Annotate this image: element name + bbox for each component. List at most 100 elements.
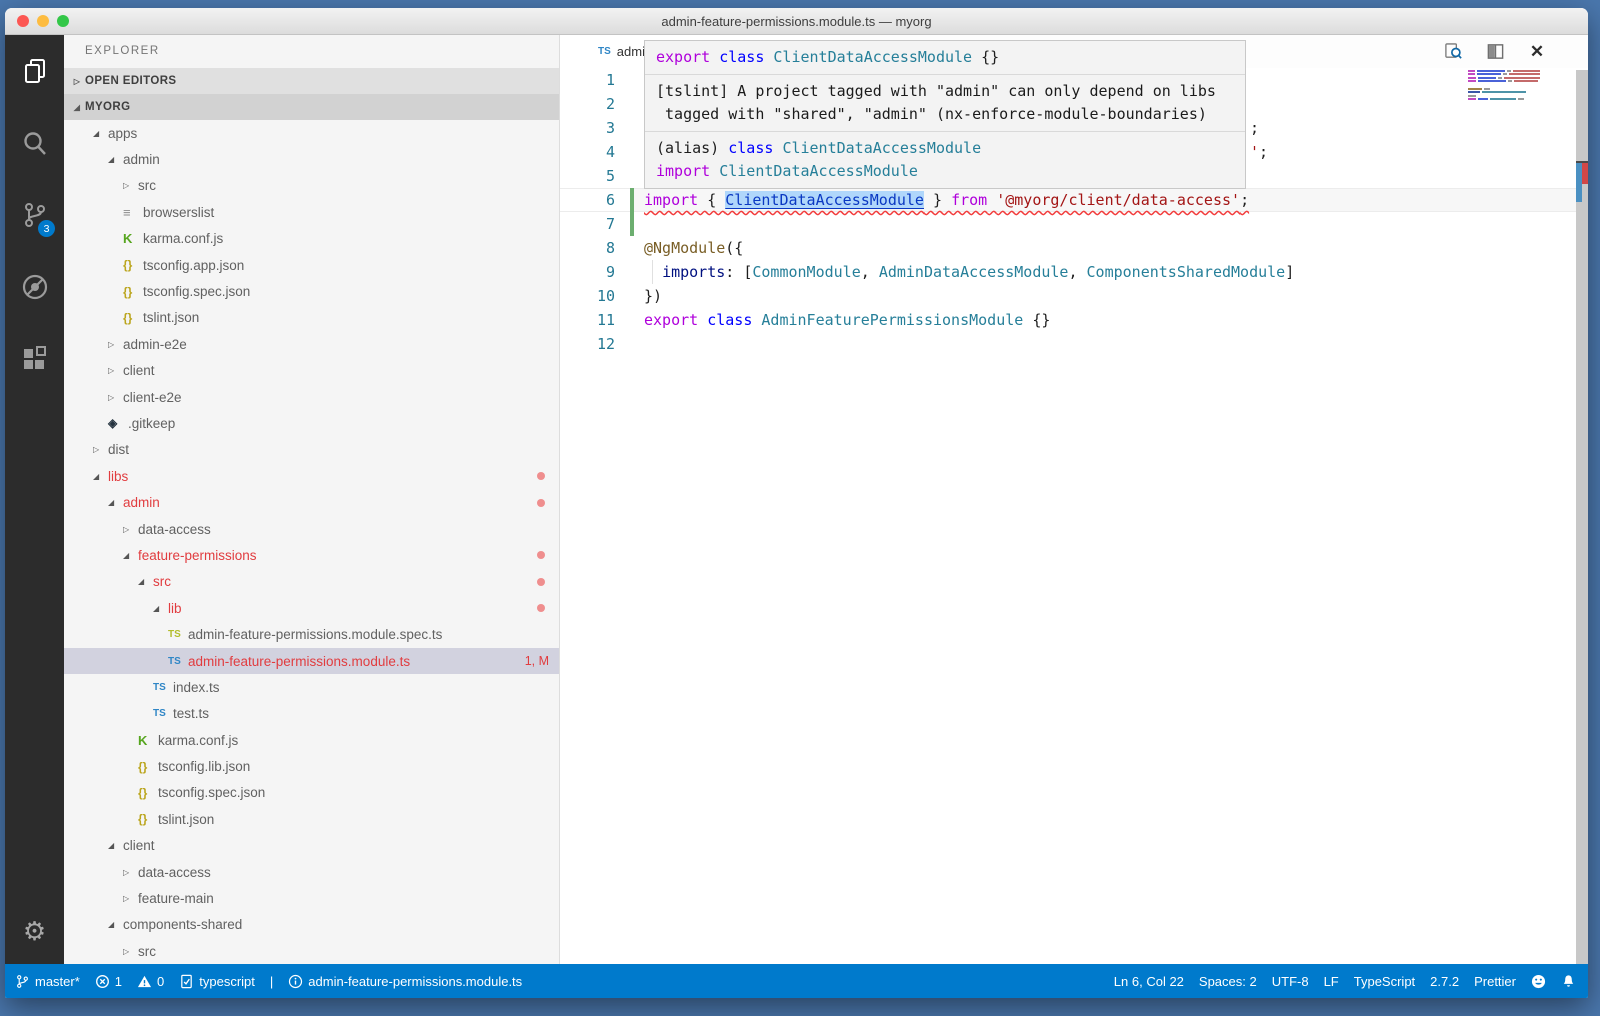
status-item-prettier[interactable]: Prettier <box>1474 974 1516 989</box>
status-item-spaces-2[interactable]: Spaces: 2 <box>1199 974 1257 989</box>
line-number: 12 <box>560 332 615 356</box>
minimap-line <box>1468 88 1540 90</box>
open-preview-icon[interactable] <box>1442 41 1464 63</box>
activity-source-control-icon[interactable]: 3 <box>5 179 64 251</box>
code-line-7[interactable]: 7 <box>560 212 1588 236</box>
code-token: (alias) <box>656 139 728 157</box>
line-number: 9 <box>560 260 615 284</box>
code-line-12[interactable]: 12 <box>560 332 1588 356</box>
tree-folder-feature-main[interactable]: ▷feature-main <box>64 885 559 911</box>
status-item-label: TypeScript <box>1354 974 1415 989</box>
code-token <box>710 48 719 66</box>
code-line-content: import { ClientDataAccessModule } from '… <box>644 188 1249 212</box>
status-item-0[interactable]: 0 <box>137 974 164 989</box>
activity-extensions-icon[interactable] <box>5 323 64 395</box>
status-item-1[interactable]: 1 <box>95 974 122 989</box>
minimap[interactable] <box>1468 66 1540 102</box>
minimap-line <box>1468 80 1540 82</box>
section-open-editors[interactable]: ▷ OPEN EDITORS <box>64 68 559 94</box>
tree-folder-components-shared[interactable]: ◢components-shared <box>64 912 559 938</box>
status-item-admin-feature-permissions-module-ts[interactable]: admin-feature-permissions.module.ts <box>288 974 522 989</box>
minimize-window-button[interactable] <box>37 15 49 27</box>
status-item-utf-8[interactable]: UTF-8 <box>1272 974 1309 989</box>
tree-folder-client[interactable]: ▷client <box>64 358 559 384</box>
status-item-label: Ln 6, Col 22 <box>1114 974 1184 989</box>
tree-folder-apps[interactable]: ◢apps <box>64 120 559 146</box>
activity-search-icon[interactable] <box>5 107 64 179</box>
code-token: ; <box>1259 143 1268 161</box>
overview-ruler[interactable] <box>1576 70 1588 964</box>
tree-file-karma.conf.js[interactable]: Kkarma.conf.js <box>64 226 559 252</box>
status-item-bell[interactable] <box>1561 974 1576 989</box>
status-item-typescript[interactable]: typescript <box>179 974 255 989</box>
close-window-button[interactable] <box>17 15 29 27</box>
tree-folder-src[interactable]: ▷src <box>64 938 559 964</box>
status-item-label: | <box>270 974 273 989</box>
tree-file-index.ts[interactable]: TSindex.ts <box>64 674 559 700</box>
close-editor-icon[interactable]: ✕ <box>1526 41 1548 63</box>
tree-item-label: lib <box>168 601 182 616</box>
status-item-ln-6-col-22[interactable]: Ln 6, Col 22 <box>1114 974 1184 989</box>
tree-folder-feature-permissions[interactable]: ◢feature-permissions <box>64 542 559 568</box>
bell-icon <box>1561 974 1576 989</box>
status-item-2-7-2[interactable]: 2.7.2 <box>1430 974 1459 989</box>
list-file-icon: ≡ <box>123 205 143 220</box>
tree-folder-client-e2e[interactable]: ▷client-e2e <box>64 384 559 410</box>
modified-dot-badge <box>537 604 545 612</box>
tree-folder-data-access[interactable]: ▷data-access <box>64 859 559 885</box>
code-token: { <box>698 191 725 209</box>
status-item-label: Spaces: 2 <box>1199 974 1257 989</box>
activity-explorer-icon[interactable] <box>5 35 64 107</box>
status-item-typescript[interactable]: TypeScript <box>1354 974 1415 989</box>
tree-folder-lib[interactable]: ◢lib <box>64 595 559 621</box>
tree-item-label: tsconfig.spec.json <box>143 284 250 299</box>
tree-folder-dist[interactable]: ▷dist <box>64 437 559 463</box>
tree-file-test.ts[interactable]: TStest.ts <box>64 701 559 727</box>
settings-gear-icon[interactable]: ⚙ <box>5 908 64 954</box>
code-line-8[interactable]: 8@NgModule({ <box>560 236 1588 260</box>
tree-folder-client[interactable]: ◢client <box>64 833 559 859</box>
tree-item-label: karma.conf.js <box>158 733 238 748</box>
ts-blue-file-icon: TS <box>168 656 188 667</box>
code-token: ComponentsSharedModule <box>1087 263 1286 281</box>
tree-folder-admin[interactable]: ◢admin <box>64 489 559 515</box>
code-line-11[interactable]: 11export class AdminFeaturePermissionsMo… <box>560 308 1588 332</box>
vscode-window: admin-feature-permissions.module.ts — my… <box>5 8 1588 998</box>
status-item-master[interactable]: master* <box>15 974 80 989</box>
tree-file-admin-feature-permissions.module.spec.ts[interactable]: TSadmin-feature-permissions.module.spec.… <box>64 621 559 647</box>
tree-file-karma.conf.js[interactable]: Kkarma.conf.js <box>64 727 559 753</box>
hover-lint-message: [tslint] A project tagged with "admin" c… <box>645 74 1245 131</box>
code-token[interactable]: ClientDataAccessModule <box>725 191 924 209</box>
code-line-10[interactable]: 10}) <box>560 284 1588 308</box>
line-number: 3 <box>560 116 615 140</box>
tree-folder-src[interactable]: ▷src <box>64 173 559 199</box>
code-token: class <box>728 139 773 157</box>
tree-file-browserslist[interactable]: ≡browserslist <box>64 199 559 225</box>
tree-folder-data-access[interactable]: ▷data-access <box>64 516 559 542</box>
twistie-expanded-icon: ◢ <box>108 841 123 850</box>
tree-file-tsconfig.spec.json[interactable]: {}tsconfig.spec.json <box>64 278 559 304</box>
status-item-lf[interactable]: LF <box>1324 974 1339 989</box>
code-line-6[interactable]: 6import { ClientDataAccessModule } from … <box>560 188 1588 212</box>
tree-file-admin-feature-permissions.module.ts[interactable]: TSadmin-feature-permissions.module.ts1, … <box>64 648 559 674</box>
status-item-feedback-smiley[interactable] <box>1531 974 1546 989</box>
tree-file-.gitkeep[interactable]: ◈.gitkeep <box>64 410 559 436</box>
tree-file-tsconfig.lib.json[interactable]: {}tsconfig.lib.json <box>64 753 559 779</box>
tree-file-tsconfig.spec.json[interactable]: {}tsconfig.spec.json <box>64 780 559 806</box>
tree-file-tsconfig.app.json[interactable]: {}tsconfig.app.json <box>64 252 559 278</box>
section-myorg[interactable]: ◢ MYORG <box>64 94 559 120</box>
tree-folder-src[interactable]: ◢src <box>64 569 559 595</box>
tree-folder-libs[interactable]: ◢libs <box>64 463 559 489</box>
ts-blue-file-icon: TS <box>153 682 173 693</box>
activity-debug-disabled-icon[interactable] <box>5 251 64 323</box>
tree-folder-admin-e2e[interactable]: ▷admin-e2e <box>64 331 559 357</box>
code-token: ] <box>1285 263 1294 281</box>
tree-file-tslint.json[interactable]: {}tslint.json <box>64 806 559 832</box>
tree-folder-admin[interactable]: ◢admin <box>64 146 559 172</box>
tree-file-tslint.json[interactable]: {}tslint.json <box>64 305 559 331</box>
code-token: } <box>924 191 951 209</box>
split-editor-icon[interactable] <box>1484 41 1506 63</box>
code-line-9[interactable]: 9 imports: [CommonModule, AdminDataAcces… <box>560 260 1588 284</box>
code-token: ({ <box>725 239 743 257</box>
zoom-window-button[interactable] <box>57 15 69 27</box>
